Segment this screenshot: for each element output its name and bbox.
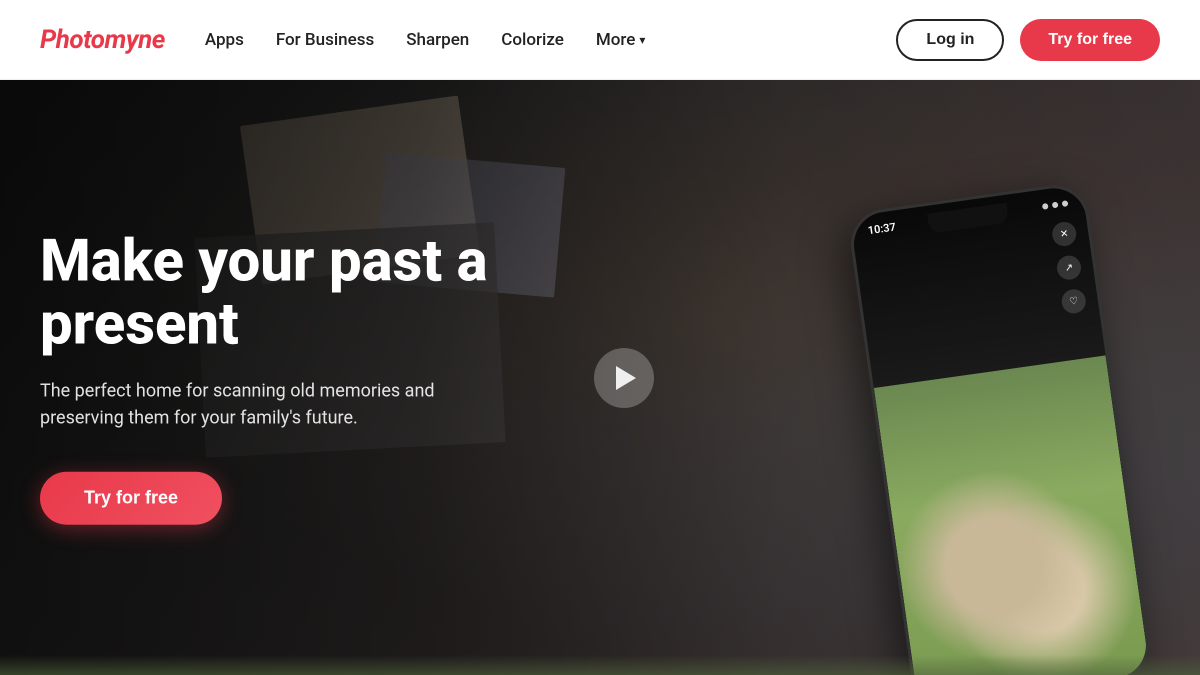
phone-share-icon: ↗ — [1055, 254, 1082, 281]
nav-item-apps[interactable]: Apps — [205, 30, 244, 50]
play-button[interactable] — [594, 348, 654, 408]
hero-content: Make your past a present The perfect hom… — [40, 230, 600, 525]
logo[interactable]: Photomyne — [40, 25, 165, 55]
nav-item-for-business[interactable]: For Business — [276, 30, 374, 50]
phone-time: 10:37 — [867, 220, 897, 237]
nav-link-apps[interactable]: Apps — [205, 30, 244, 50]
nav-link-more[interactable]: More ▾ — [596, 30, 646, 50]
navbar-left: Photomyne Apps For Business Sharpen Colo… — [40, 25, 645, 55]
phone-wifi-icon — [1052, 201, 1059, 208]
navbar: Photomyne Apps For Business Sharpen Colo… — [0, 0, 1200, 80]
nav-item-more[interactable]: More ▾ — [596, 30, 646, 50]
nav-link-for-business[interactable]: For Business — [276, 30, 374, 50]
nav-link-sharpen[interactable]: Sharpen — [406, 30, 469, 50]
play-icon — [616, 366, 636, 390]
chevron-down-icon: ▾ — [639, 33, 645, 47]
phone-icons — [1042, 200, 1069, 210]
nav-item-sharpen[interactable]: Sharpen — [406, 30, 469, 50]
try-free-hero-button[interactable]: Try for free — [40, 472, 222, 525]
hero-bottom-strip — [0, 655, 1200, 675]
hero-subtitle: The perfect home for scanning old memori… — [40, 378, 460, 432]
phone-family-photo — [874, 355, 1150, 675]
hero-title: Make your past a present — [40, 230, 600, 358]
phone-close-icon: ✕ — [1051, 220, 1078, 247]
phone-signal-icon — [1042, 202, 1049, 209]
phone-heart-icon: ♡ — [1060, 288, 1087, 315]
login-button[interactable]: Log in — [896, 19, 1004, 61]
hero-section: 10:37 ✕ ↗ ♡ Make your past a present — [0, 80, 1200, 675]
nav-item-colorize[interactable]: Colorize — [501, 30, 564, 50]
nav-link-colorize[interactable]: Colorize — [501, 30, 564, 50]
navbar-right: Log in Try for free — [896, 19, 1160, 61]
try-free-nav-button[interactable]: Try for free — [1020, 19, 1160, 61]
phone-battery-icon — [1062, 200, 1069, 207]
nav-links: Apps For Business Sharpen Colorize More … — [205, 30, 646, 50]
